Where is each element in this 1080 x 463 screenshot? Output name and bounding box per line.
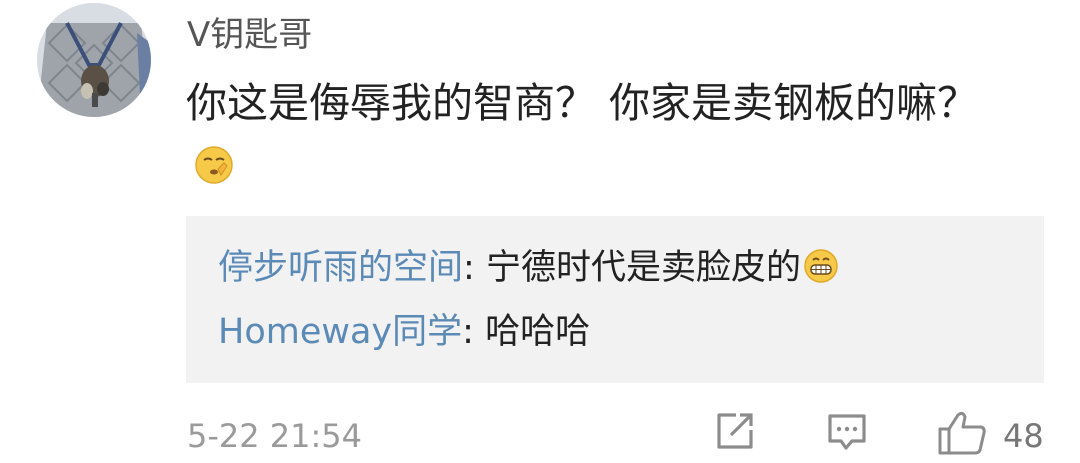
share-button[interactable] [714, 410, 756, 456]
share-icon [717, 413, 753, 449]
thumbs-up-icon [938, 411, 986, 455]
comment-icon [828, 414, 866, 450]
reply-user[interactable]: 停步听雨的空间 [218, 248, 463, 288]
avatar-image [37, 3, 151, 117]
like-button[interactable] [937, 410, 987, 460]
reply-separator: : [463, 248, 486, 288]
comment-text: 你这是侮辱我的智商？ 你家是卖钢板的嘛？ [186, 72, 1026, 202]
reply-user[interactable]: Homeway同学 [218, 312, 462, 352]
shushing-face-emoji-icon [194, 140, 234, 202]
avatar[interactable] [37, 3, 151, 117]
like-count: 48 [1003, 417, 1044, 455]
reply-text: 哈哈哈 [485, 312, 591, 352]
reply-item: 停步听雨的空间: 宁德时代是卖脸皮的 [218, 244, 839, 297]
reply-item: Homeway同学: 哈哈哈 [218, 308, 590, 356]
grinning-face-emoji-icon [803, 248, 839, 297]
username[interactable]: V钥匙哥 [187, 12, 312, 58]
reply-box[interactable]: 停步听雨的空间: 宁德时代是卖脸皮的 Homeway同学: 哈哈哈 [186, 216, 1044, 383]
timestamp: 5-22 21:54 [187, 417, 363, 455]
reply-text: 宁德时代是卖脸皮的 [485, 248, 801, 288]
reply-separator: : [462, 312, 486, 352]
comment-card: V钥匙哥 你这是侮辱我的智商？ 你家是卖钢板的嘛？ 停步听雨的空间: 宁德时代是… [0, 0, 1080, 463]
comment-text-body: 你这是侮辱我的智商？ 你家是卖钢板的嘛？ [186, 79, 979, 127]
comment-button[interactable] [826, 410, 868, 456]
